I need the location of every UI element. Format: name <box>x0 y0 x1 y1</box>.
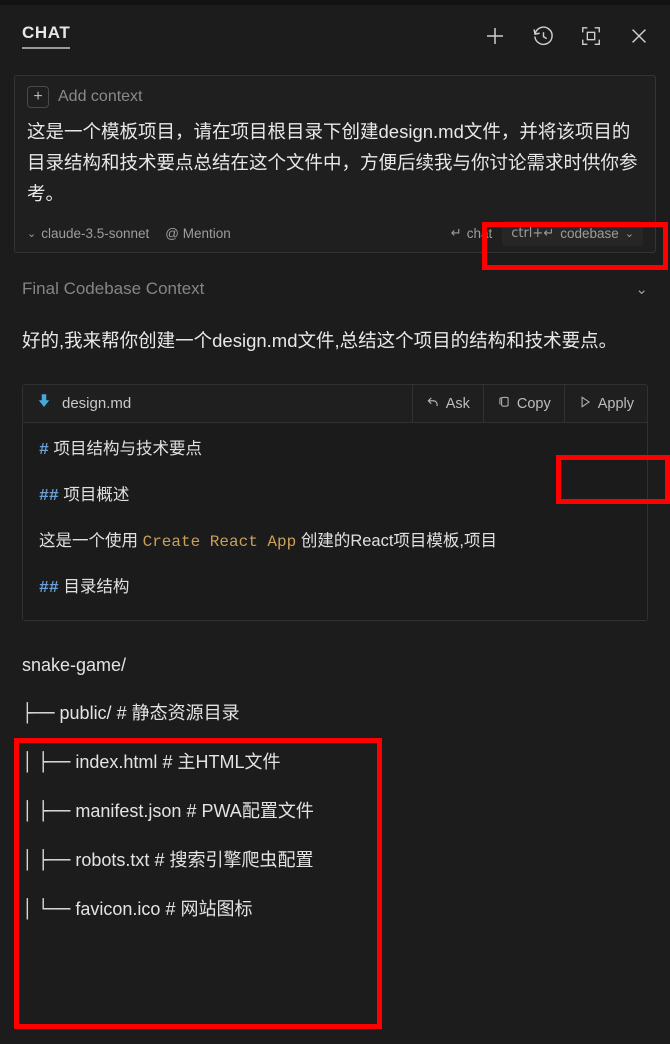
markdown-h1-marker: # <box>39 440 49 459</box>
markdown-download-icon <box>35 392 53 415</box>
tree-row: │ ├── robots.txt # 搜索引擎爬虫配置 <box>22 846 648 875</box>
expand-panel-icon[interactable] <box>578 23 604 49</box>
tree-row: │ ├── index.html # 主HTML文件 <box>22 748 648 777</box>
tree-node-name: snake-game/ <box>22 655 127 675</box>
code-block-body: # 项目结构与技术要点 ## 项目概述 这是一个使用 Create React … <box>23 423 647 620</box>
tree-node-name: manifest.json <box>75 801 182 821</box>
tree-node-comment: # 搜索引擎爬虫配置 <box>154 850 314 870</box>
tree-node-name: favicon.ico <box>75 899 161 919</box>
tree-node-comment: # 主HTML文件 <box>162 752 281 772</box>
plus-icon[interactable]: + <box>27 86 49 108</box>
clipboard-icon <box>497 395 511 413</box>
tree-indent-glyph: │ <box>22 850 33 871</box>
code-line: # 项目结构与技术要点 <box>39 437 631 462</box>
code-line-text: 目录结构 <box>63 578 130 596</box>
inline-code-span: Create React App <box>142 533 297 551</box>
tree-node-comment: # PWA配置文件 <box>186 801 314 821</box>
mention-button[interactable]: @ Mention <box>165 226 230 241</box>
markdown-h2-marker: ## <box>39 486 59 505</box>
code-block-filename: design.md <box>62 395 132 412</box>
tree-indent-glyph: │ <box>22 899 33 920</box>
composer-toolbar: ⌄ claude-3.5-sonnet @ Mention ↵ chat ctr… <box>27 221 643 246</box>
ask-button[interactable]: Ask <box>411 385 483 422</box>
code-line: ## 项目概述 <box>39 483 631 508</box>
ask-button-label: Ask <box>445 395 470 412</box>
code-line-text: 项目概述 <box>63 486 130 504</box>
play-triangle-icon <box>578 395 592 413</box>
tree-row: │ └── favicon.ico # 网站图标 <box>22 895 648 924</box>
markdown-h2-marker: ## <box>39 578 59 597</box>
code-block-file[interactable]: design.md <box>23 385 412 422</box>
tree-node-name: robots.txt <box>75 850 150 870</box>
new-chat-icon[interactable] <box>482 23 508 49</box>
final-codebase-context-label: Final Codebase Context <box>22 279 205 298</box>
code-line-text-after: 创建的React项目模板,项目 <box>300 532 497 550</box>
apply-button[interactable]: Apply <box>563 385 647 422</box>
page-title: CHAT <box>22 24 71 49</box>
copy-button[interactable]: Copy <box>482 385 564 422</box>
chevron-down-icon: ⌄ <box>27 228 37 240</box>
close-icon[interactable] <box>626 23 652 49</box>
tree-row: ├── public/ # 静态资源目录 <box>22 699 648 728</box>
apply-button-label: Apply <box>597 395 634 412</box>
tree-branch-glyph: ├── <box>37 850 71 871</box>
tree-node-comment: # 静态资源目录 <box>116 703 240 723</box>
chat-panel-header: CHAT <box>0 5 670 67</box>
chat-mode-label: chat <box>466 226 493 241</box>
composer-toolbar-right: ↵ chat ctrl+↵ codebase ⌄ <box>451 221 643 246</box>
codebase-pill[interactable]: ctrl+↵ codebase ⌄ <box>502 221 643 246</box>
model-selector-label: claude-3.5-sonnet <box>41 226 150 241</box>
codebase-label: codebase <box>560 226 619 241</box>
tree-indent-glyph: │ <box>22 752 33 773</box>
prompt-input[interactable]: 这是一个模板项目，请在项目根目录下创建design.md文件，并将该项目的目录结… <box>27 114 643 213</box>
chevron-down-icon: ⌄ <box>624 228 634 240</box>
code-block: design.md Ask Copy Apply # 项目结构与技术要点 ## … <box>22 384 648 621</box>
tree-branch-glyph: └── <box>37 899 71 920</box>
tree-branch-glyph: ├── <box>37 801 71 822</box>
codebase-shortcut-label: ctrl+↵ <box>511 226 555 241</box>
copy-button-label: Copy <box>516 395 551 412</box>
code-line-text-before: 这是一个使用 <box>39 532 143 550</box>
chevron-down-icon[interactable]: ⌄ <box>635 280 648 298</box>
assistant-message: 好的,我来帮你创建一个design.md文件,总结这个项目的结构和技术要点。 <box>22 330 618 351</box>
header-action-group <box>482 23 652 49</box>
code-line-text: 项目结构与技术要点 <box>53 440 203 458</box>
mention-label: @ Mention <box>165 226 231 241</box>
add-context-row[interactable]: + Add context <box>27 86 643 108</box>
code-line: ## 目录结构 <box>39 575 631 600</box>
history-icon[interactable] <box>530 23 556 49</box>
model-selector[interactable]: ⌄ claude-3.5-sonnet <box>27 226 149 241</box>
reply-arrow-icon <box>426 395 440 413</box>
add-context-label: Add context <box>58 88 143 105</box>
chat-composer[interactable]: + Add context 这是一个模板项目，请在项目根目录下创建design.… <box>14 75 656 253</box>
tree-node-name: public/ <box>59 703 112 723</box>
directory-tree: snake-game/ ├── public/ # 静态资源目录 │ ├── i… <box>0 651 670 924</box>
tree-indent-glyph: │ <box>22 801 33 822</box>
tree-row: snake-game/ <box>22 651 648 679</box>
tree-branch-glyph: ├── <box>22 703 55 724</box>
tree-node-name: index.html <box>75 752 158 772</box>
enter-key-icon: ↵ <box>450 226 462 241</box>
final-codebase-context-section[interactable]: Final Codebase Context ⌄ <box>22 279 648 299</box>
tree-branch-glyph: ├── <box>37 752 71 773</box>
code-block-header: design.md Ask Copy Apply <box>23 385 647 423</box>
tree-row: │ ├── manifest.json # PWA配置文件 <box>22 797 648 826</box>
tree-node-comment: # 网站图标 <box>165 899 253 919</box>
chat-mode-button[interactable]: ↵ chat <box>451 226 492 241</box>
code-line: 这是一个使用 Create React App 创建的React项目模板,项目 <box>39 529 631 554</box>
